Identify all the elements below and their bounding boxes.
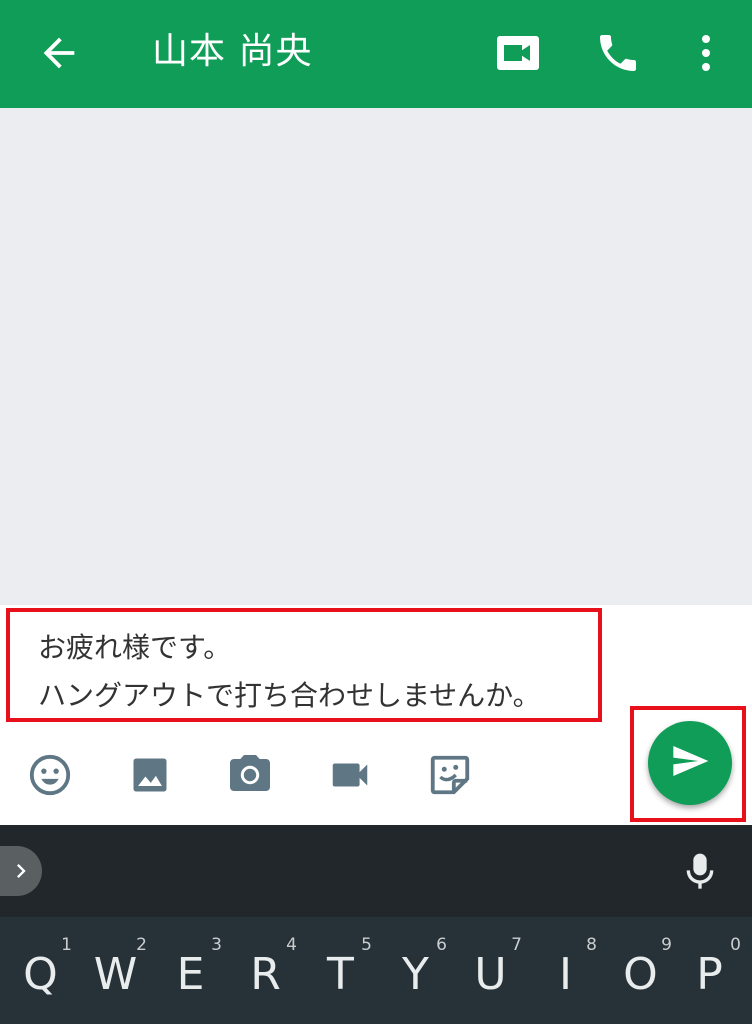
key-e[interactable]: 3E bbox=[153, 917, 228, 1024]
send-button[interactable] bbox=[648, 721, 732, 805]
key-letter: U bbox=[474, 949, 507, 1000]
key-u[interactable]: 7U bbox=[453, 917, 528, 1024]
key-q[interactable]: 1Q bbox=[3, 917, 78, 1024]
key-letter: P bbox=[696, 949, 723, 1000]
key-y[interactable]: 6Y bbox=[378, 917, 453, 1024]
key-w[interactable]: 2W bbox=[78, 917, 153, 1024]
mic-icon[interactable] bbox=[680, 850, 720, 894]
keyboard-toolbar bbox=[0, 825, 752, 917]
image-icon[interactable] bbox=[119, 740, 181, 810]
video-icon[interactable] bbox=[319, 740, 381, 810]
key-letter: R bbox=[250, 949, 281, 1000]
key-letter: W bbox=[93, 949, 138, 1000]
key-t[interactable]: 5T bbox=[303, 917, 378, 1024]
message-list bbox=[0, 108, 752, 605]
compose-tools bbox=[0, 740, 560, 810]
camera-icon[interactable] bbox=[219, 740, 281, 810]
key-r[interactable]: 4R bbox=[228, 917, 303, 1024]
send-icon bbox=[670, 741, 710, 785]
arrow-back-icon[interactable] bbox=[36, 30, 82, 76]
keyboard-row: 1Q 2W 3E 4R 5T 6Y 7U 8I 9O 0P bbox=[0, 917, 752, 1024]
conversation-title: 山本 尚央 bbox=[152, 31, 313, 72]
key-i[interactable]: 8I bbox=[528, 917, 603, 1024]
key-letter: T bbox=[327, 949, 354, 1000]
video-call-icon[interactable] bbox=[494, 29, 542, 77]
phone-icon[interactable] bbox=[594, 29, 642, 77]
key-letter: O bbox=[623, 949, 658, 1000]
key-letter: Q bbox=[23, 949, 58, 1000]
key-letter: Y bbox=[402, 949, 429, 1000]
more-vert-icon[interactable] bbox=[682, 29, 730, 77]
message-input[interactable]: お疲れ様です。 ハングアウトで打ち合わせしませんか。 bbox=[6, 608, 602, 722]
sticker-icon[interactable] bbox=[419, 740, 481, 810]
key-letter: I bbox=[559, 949, 572, 1000]
key-p[interactable]: 0P bbox=[672, 917, 747, 1024]
key-letter: E bbox=[176, 949, 205, 1000]
emoji-icon[interactable] bbox=[19, 740, 81, 810]
app-bar: 山本 尚央 bbox=[0, 0, 752, 108]
key-o[interactable]: 9O bbox=[603, 917, 678, 1024]
